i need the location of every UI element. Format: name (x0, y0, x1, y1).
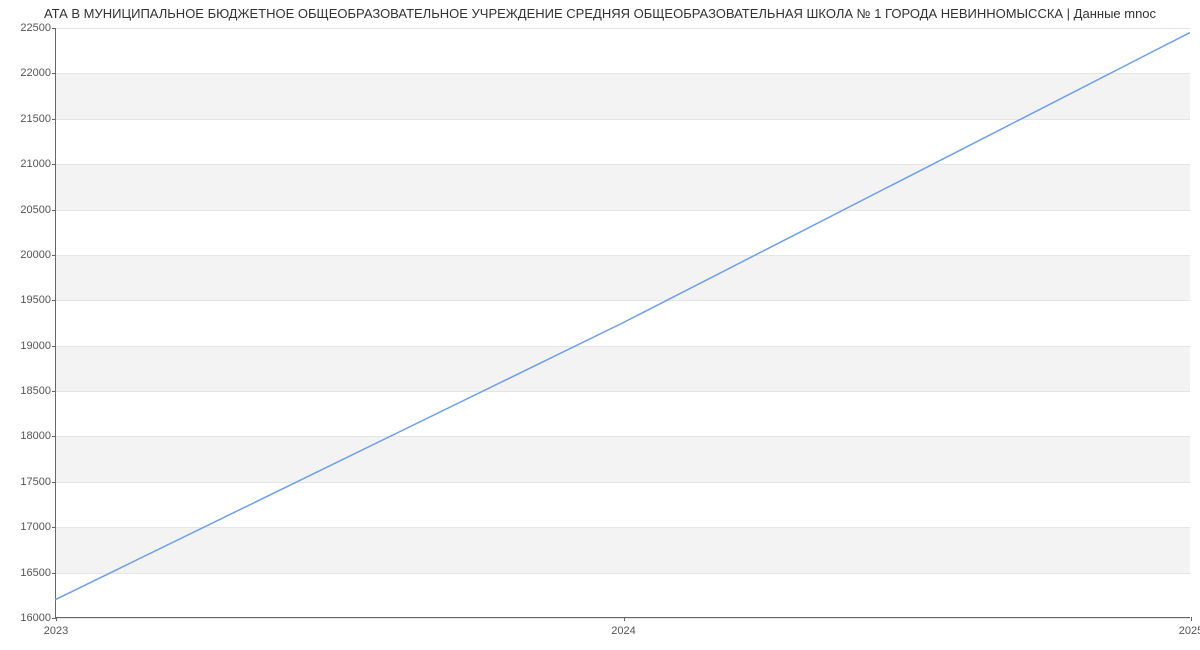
x-tick-label: 2024 (611, 625, 635, 637)
y-tick-label: 17000 (6, 521, 51, 533)
y-tick-label: 18000 (6, 430, 51, 442)
y-tick-label: 19000 (6, 340, 51, 352)
plot-area: 1600016500170001750018000185001900019500… (55, 28, 1190, 618)
y-tick-label: 16500 (6, 567, 51, 579)
y-tick-label: 19500 (6, 294, 51, 306)
x-tick-mark (1191, 617, 1192, 621)
x-tick-label: 2025 (1179, 625, 1200, 637)
chart-title: АТА В МУНИЦИПАЛЬНОЕ БЮДЖЕТНОЕ ОБЩЕОБРАЗО… (0, 6, 1200, 21)
y-tick-label: 17500 (6, 476, 51, 488)
y-tick-label: 21500 (6, 113, 51, 125)
y-tick-label: 21000 (6, 158, 51, 170)
y-tick-label: 22000 (6, 67, 51, 79)
series-line (55, 33, 1190, 600)
y-tick-label: 16000 (6, 612, 51, 624)
y-tick-label: 20000 (6, 249, 51, 261)
y-tick-label: 18500 (6, 385, 51, 397)
y-tick-label: 22500 (6, 22, 51, 34)
x-tick-label: 2023 (44, 625, 68, 637)
y-tick-label: 20500 (6, 204, 51, 216)
